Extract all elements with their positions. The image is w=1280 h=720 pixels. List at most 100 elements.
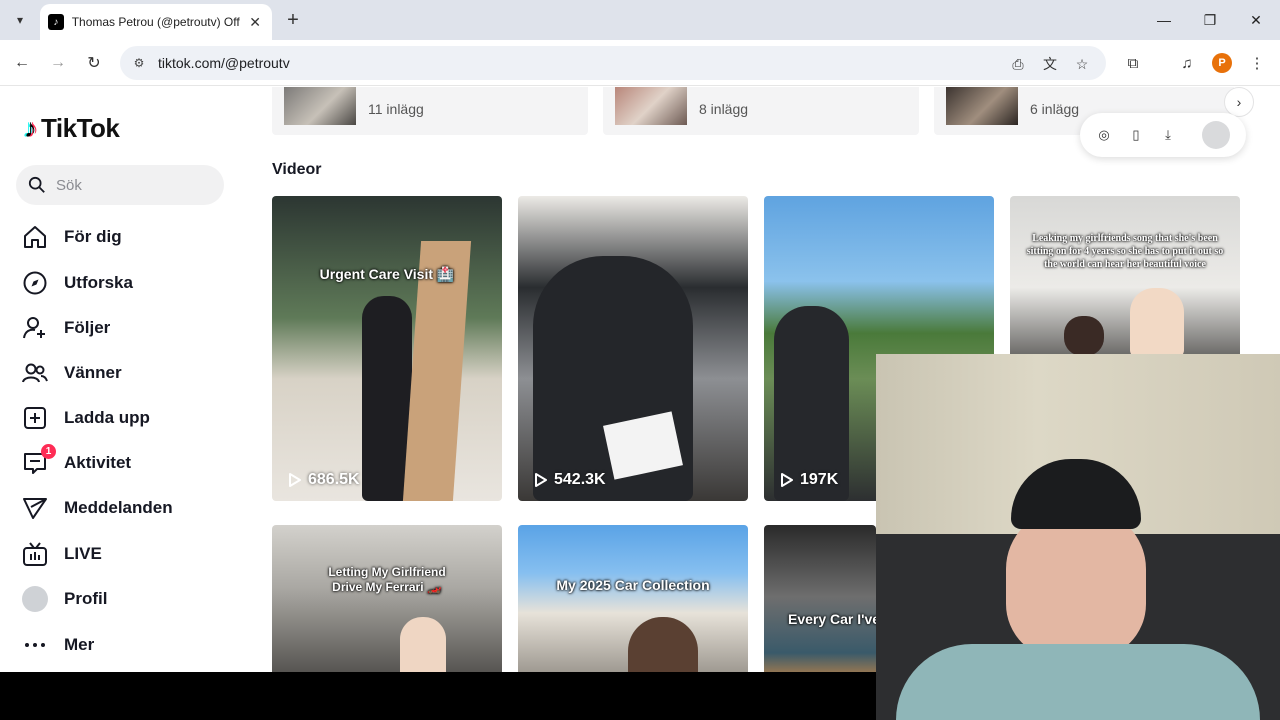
collection-card[interactable]: 8 inlägg (603, 87, 919, 135)
brand-name: TikTok (41, 113, 120, 143)
address-bar[interactable]: ⚙ tiktok.com/@petroutv ⎙ 文 ☆ (120, 46, 1106, 80)
media-controls-icon[interactable]: ♫ (1176, 52, 1198, 74)
minimize-icon[interactable]: — (1144, 6, 1184, 34)
video-card[interactable]: Urgent Care Visit 🏥 686.5K (272, 196, 502, 501)
collection-count: 8 inlägg (699, 101, 749, 117)
video-card[interactable]: Every Car I've (764, 525, 876, 672)
upload-icon (22, 405, 48, 431)
home-icon (22, 224, 48, 250)
play-icon (781, 473, 793, 487)
search-input[interactable]: Sök (16, 165, 224, 205)
speed-icon[interactable]: ◎ (1094, 125, 1114, 145)
video-subject-2 (1064, 316, 1104, 356)
search-placeholder: Sök (56, 176, 82, 194)
nav-label: Mer (64, 635, 95, 654)
nav-label: Profil (64, 589, 108, 608)
nav-item-for-you[interactable]: För dig (22, 221, 122, 253)
video-subject (628, 617, 698, 672)
nav-item-activity[interactable]: 1 Aktivitet (22, 444, 132, 479)
video-card[interactable]: My 2025 Car Collection (518, 525, 748, 672)
friends-icon (22, 360, 48, 386)
window-close-icon[interactable]: ✕ (1236, 6, 1276, 34)
profile-avatar[interactable]: P (1212, 53, 1232, 73)
view-count-text: 197K (800, 471, 839, 488)
video-caption: My 2025 Car Collection (556, 577, 710, 593)
nav-label: Aktivitet (64, 453, 132, 472)
tiktok-logo[interactable]: ♪ TikTok (24, 113, 120, 144)
play-icon (535, 473, 547, 487)
floating-actions-bar: ◎ ▯ ⤓ (1080, 113, 1246, 157)
nav-label: Meddelanden (64, 498, 173, 517)
nav-label: Följer (64, 318, 111, 337)
extensions-icon[interactable]: ⧉ (1122, 52, 1144, 74)
nav-label: Utforska (64, 273, 133, 292)
new-tab-icon[interactable]: + (282, 8, 304, 32)
collection-card[interactable]: 11 inlägg (272, 87, 588, 135)
install-app-icon[interactable]: ⎙ (1008, 54, 1028, 74)
tiktok-note-icon: ♪ (24, 113, 37, 143)
collection-count: 11 inlägg (368, 101, 424, 117)
restore-icon[interactable]: ❐ (1190, 6, 1230, 34)
translate-icon[interactable]: 文 (1040, 54, 1060, 74)
video-caption: Urgent Care Visit 🏥 (319, 266, 455, 282)
browser-tab[interactable]: ♪ Thomas Petrou (@petroutv) Offi ✕ (40, 4, 272, 40)
view-count: 197K (780, 471, 838, 489)
tab-search-chevron-icon[interactable]: ▾ (8, 8, 32, 32)
more-dots-icon (22, 632, 48, 658)
nav-item-friends[interactable]: Vänner (22, 357, 122, 389)
collection-thumbnail (615, 87, 687, 125)
view-count-text: 686.5K (308, 471, 360, 488)
nav-item-explore[interactable]: Utforska (22, 267, 133, 299)
download-icon[interactable]: ⤓ (1158, 125, 1178, 145)
compass-icon (22, 270, 48, 296)
browser-tab-strip: ▾ ♪ Thomas Petrou (@petroutv) Offi ✕ + —… (0, 0, 1280, 40)
nav-item-following[interactable]: Följer (22, 312, 110, 344)
webcam-face (1006, 509, 1146, 659)
floating-avatar[interactable] (1202, 121, 1230, 149)
live-tv-icon (22, 541, 48, 567)
tab-title: Thomas Petrou (@petroutv) Offi (71, 15, 241, 29)
letterbox-bar (0, 672, 876, 720)
play-icon (289, 473, 301, 487)
view-count-text: 542.3K (554, 471, 606, 488)
forward-icon[interactable]: → (45, 50, 71, 76)
nav-label: LIVE (64, 544, 102, 563)
notification-badge: 1 (41, 444, 56, 459)
back-icon[interactable]: ← (9, 50, 35, 76)
nav-label: Ladda upp (64, 408, 150, 427)
inbox-icon: 1 (22, 444, 56, 476)
video-subject (1130, 288, 1184, 358)
nav-label: För dig (64, 227, 122, 246)
tab-close-icon[interactable]: ✕ (246, 13, 264, 31)
video-card[interactable]: Letting My Girlfriend Drive My Ferrari 🏎… (272, 525, 502, 672)
person-add-icon (22, 315, 48, 341)
browser-menu-icon[interactable]: ⋮ (1246, 52, 1268, 74)
nav-item-more[interactable]: Mer (22, 629, 94, 661)
avatar (22, 586, 48, 612)
video-caption: Leaking my girlfriends song that she's b… (1026, 233, 1224, 270)
collection-thumbnail (284, 87, 356, 125)
site-info-icon[interactable]: ⚙ (130, 54, 148, 72)
video-caption: Letting My Girlfriend Drive My Ferrari 🏎… (328, 565, 446, 594)
screen: ▾ ♪ Thomas Petrou (@petroutv) Offi ✕ + —… (0, 0, 1280, 720)
browser-toolbar: ← → ↻ ⚙ tiktok.com/@petroutv ⎙ 文 ☆ ⧉ ♫ P… (0, 40, 1280, 86)
send-icon (22, 495, 48, 521)
nav-item-upload[interactable]: Ladda upp (22, 402, 150, 434)
view-count: 686.5K (288, 471, 360, 489)
webcam-shirt (896, 644, 1260, 720)
video-subject (400, 617, 446, 672)
video-card[interactable]: 542.3K (518, 196, 748, 501)
videos-section-title: Videor (272, 161, 322, 178)
nav-item-profile[interactable]: Profil (22, 583, 107, 615)
webcam-cap (1011, 459, 1141, 529)
mobile-device-icon[interactable]: ▯ (1126, 125, 1146, 145)
bookmark-star-icon[interactable]: ☆ (1072, 54, 1092, 74)
nav-item-messages[interactable]: Meddelanden (22, 492, 173, 524)
nav-item-live[interactable]: LIVE (22, 538, 102, 570)
webcam-overlay (876, 354, 1280, 720)
collection-count: 6 inlägg (1030, 101, 1080, 117)
reload-icon[interactable]: ↻ (81, 50, 107, 76)
search-icon (28, 176, 45, 193)
tiktok-favicon-icon: ♪ (48, 14, 64, 30)
video-caption: Every Car I've (788, 611, 876, 627)
